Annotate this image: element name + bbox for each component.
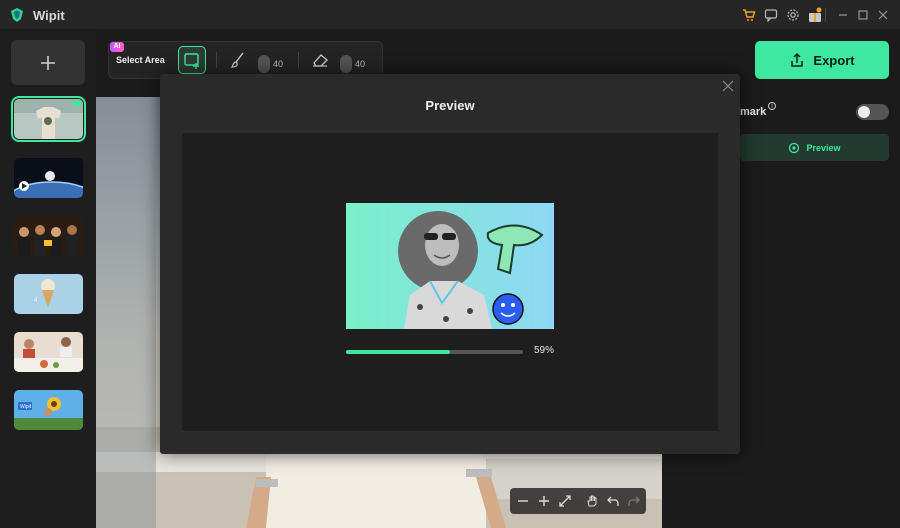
thumb-graduation-crowd[interactable]: [14, 216, 83, 256]
toolbar-divider: [298, 52, 299, 68]
select-area-button[interactable]: [178, 46, 206, 74]
export-label: Export: [813, 52, 855, 68]
dialog-title: Preview: [425, 98, 475, 113]
eye-icon: [789, 142, 800, 153]
watermark-toggle[interactable]: [856, 104, 889, 120]
zoom-in-icon[interactable]: [536, 493, 552, 509]
settings-icon[interactable]: [784, 6, 802, 24]
preview-button-label: Preview: [806, 142, 841, 153]
thumb-sunflower-girl[interactable]: Wipit: [14, 390, 83, 430]
export-button[interactable]: Export: [755, 41, 889, 79]
hand-pan-icon[interactable]: [584, 493, 600, 509]
app-logo-icon: [11, 8, 23, 22]
preview-image: [346, 203, 554, 329]
svg-text:Wipit: Wipit: [20, 404, 32, 410]
undo-icon[interactable]: [605, 493, 621, 509]
zoom-out-icon[interactable]: [515, 493, 531, 509]
fit-screen-icon[interactable]: [557, 493, 573, 509]
close-icon[interactable]: [874, 6, 892, 24]
thumb-person-tshirt[interactable]: [11, 96, 86, 142]
dialog-close-icon[interactable]: [721, 79, 735, 93]
thumb-dinner-table[interactable]: [14, 332, 83, 372]
eraser-size-value: 40: [355, 59, 366, 69]
plus-icon: [41, 55, 55, 70]
preview-area: 59%: [182, 133, 718, 431]
thumb-astronaut-earth[interactable]: [14, 158, 83, 198]
export-progress-bar: [346, 350, 523, 354]
redo-icon[interactable]: [626, 493, 642, 509]
feedback-icon[interactable]: [762, 6, 780, 24]
app-title: Wipit: [33, 8, 65, 23]
select-area-icon: [184, 53, 199, 69]
watermark-label: mark: [740, 106, 767, 118]
minimize-icon[interactable]: [834, 6, 852, 24]
toggle-knob: [858, 106, 870, 118]
brush-size-slider[interactable]: [258, 55, 270, 73]
eraser-icon[interactable]: [311, 52, 329, 68]
title-bar: Wipit: [0, 0, 900, 30]
brush-size-value: 40: [273, 59, 284, 69]
brush-icon[interactable]: [230, 51, 246, 69]
canvas-zoom-toolbar: [510, 488, 646, 514]
preview-button[interactable]: Preview: [740, 134, 889, 161]
cart-icon[interactable]: [740, 6, 758, 24]
gift-icon[interactable]: [806, 6, 824, 24]
progress-fill: [346, 350, 451, 354]
thumb-ice-cream[interactable]: 4: [14, 274, 83, 314]
preview-dialog: Preview 59%: [160, 74, 740, 454]
select-area-label[interactable]: Select Area: [116, 55, 165, 65]
add-media-button[interactable]: [11, 40, 85, 85]
titlebar-divider: [825, 8, 826, 22]
toolbar-divider: [216, 52, 217, 68]
export-icon: [791, 52, 804, 67]
maximize-icon[interactable]: [854, 6, 872, 24]
ai-badge: AI: [110, 42, 124, 52]
info-icon[interactable]: i: [768, 102, 776, 110]
progress-percent: 59%: [534, 345, 555, 356]
eraser-size-slider[interactable]: [340, 55, 352, 73]
